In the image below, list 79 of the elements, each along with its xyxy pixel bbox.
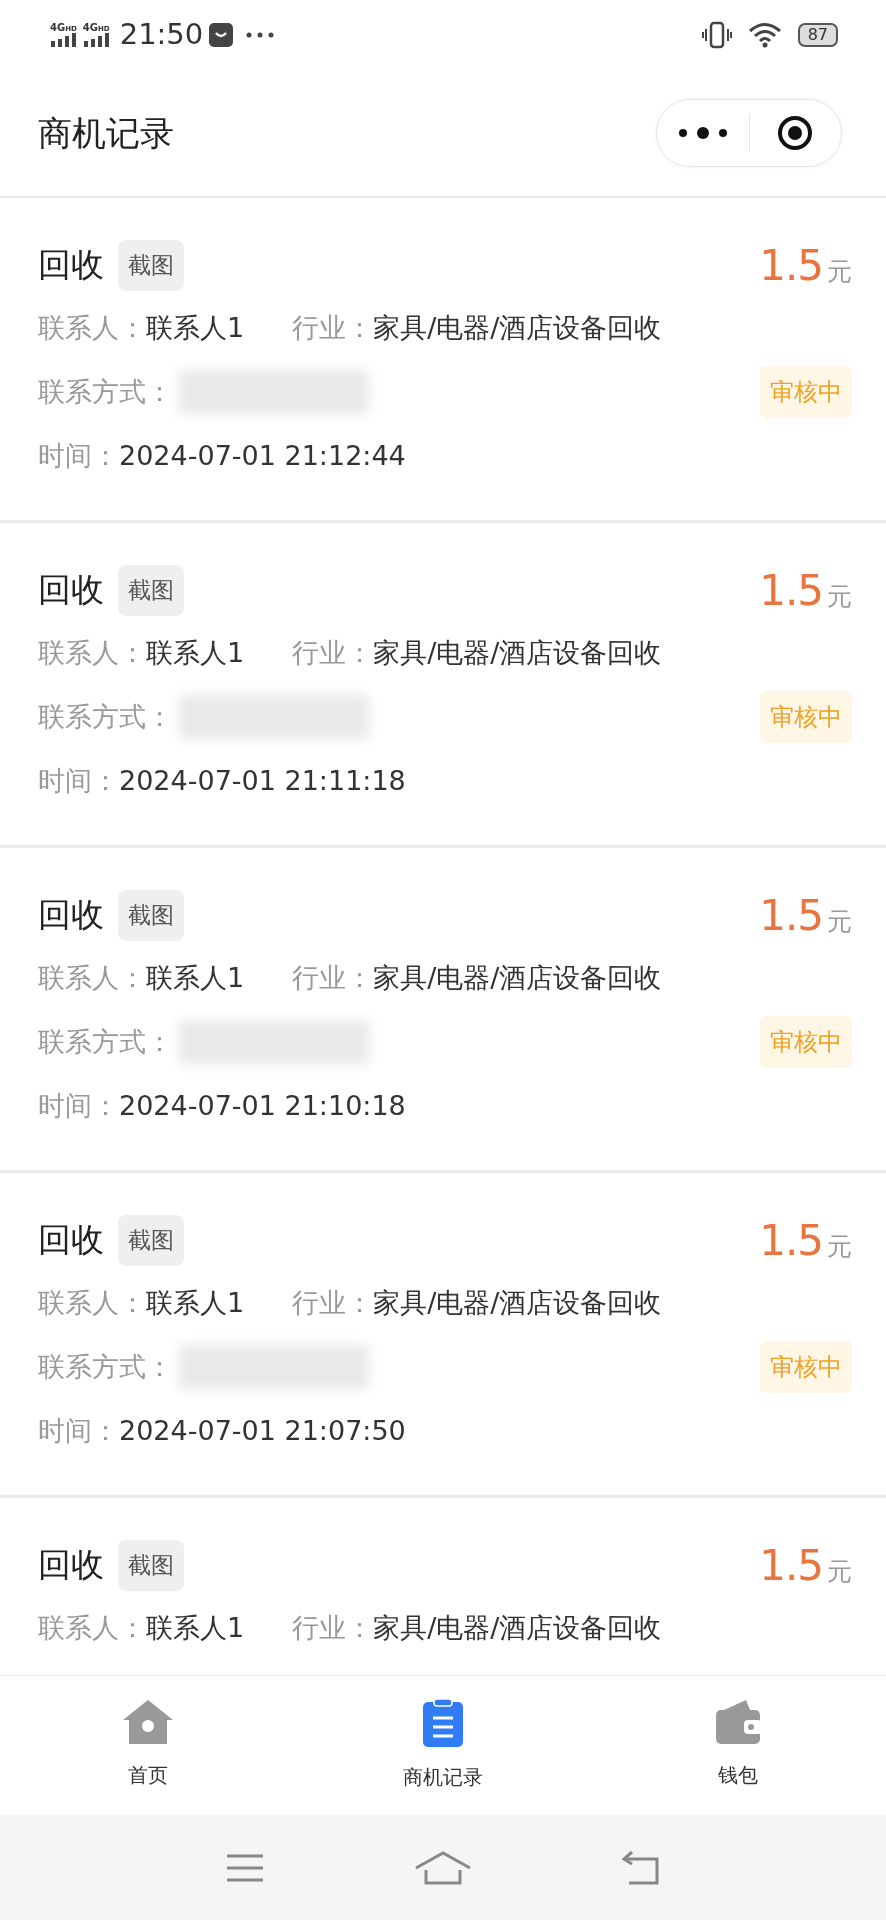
signal-icon: [50, 33, 77, 47]
price-unit: 元: [827, 1230, 852, 1263]
clock-time: 21:50: [119, 16, 204, 54]
field-value: 2024-07-01 21:10:18: [119, 1088, 406, 1123]
tab-item[interactable]: 商机记录: [295, 1676, 591, 1815]
record-title: 回收: [38, 569, 104, 612]
signal-icon: [83, 33, 110, 47]
page-title: 商机记录: [38, 111, 174, 155]
field-label: 联系方式：: [38, 1024, 173, 1059]
field-value: 家具/电器/酒店设备回收: [373, 310, 662, 345]
price-amount: 1.5: [759, 564, 823, 617]
vibrate-icon: [701, 21, 732, 49]
status-badge: 审核中: [760, 691, 852, 743]
tab-item[interactable]: 钱包: [590, 1676, 886, 1815]
field-value: 联系人1: [146, 960, 245, 995]
field-value: 联系人1: [146, 1610, 245, 1645]
record-card[interactable]: 回收 截图 1.5 元 联系人：联系人1 行业：家具/电器/酒店设备回收 联系方式： 审核中 时间：2024-07-01 21:11:18: [0, 523, 886, 848]
record-card[interactable]: 回收 截图 1.5 元 联系人：联系人1 行业：家具/电器/酒店设备回收 联系方式： 审核中 时间：2024-07-01 21:12:44: [0, 198, 886, 523]
record-title: 回收: [38, 1219, 104, 1262]
screenshot-tag[interactable]: 截图: [118, 1539, 184, 1591]
record-title: 回收: [38, 1544, 104, 1587]
field-value: 联系人1: [146, 1285, 245, 1320]
tab-item[interactable]: 首页: [0, 1676, 296, 1815]
screenshot-tag[interactable]: 截图: [118, 889, 184, 941]
field-value: 2024-07-01 21:11:18: [119, 763, 406, 798]
field-value: 家具/电器/酒店设备回收: [373, 1285, 662, 1320]
screenshot-tag[interactable]: 截图: [118, 564, 184, 616]
price-amount: 1.5: [759, 239, 823, 292]
field-label: 行业：: [292, 1610, 374, 1645]
field-value: 家具/电器/酒店设备回收: [373, 1610, 662, 1645]
price-unit: 元: [827, 1555, 852, 1588]
price-amount: 1.5: [759, 1539, 823, 1592]
record-title: 回收: [38, 244, 104, 287]
menu-icon[interactable]: [224, 1852, 265, 1883]
status-badge: 审核中: [760, 366, 852, 418]
field-value: 家具/电器/酒店设备回收: [373, 960, 662, 995]
field-label: 行业：: [292, 635, 374, 670]
field-label: 联系方式：: [38, 374, 173, 409]
field-label: 联系方式：: [38, 1349, 173, 1384]
price-amount: 1.5: [759, 1214, 823, 1267]
field-value: 联系人1: [146, 635, 245, 670]
field-label: 联系人：: [38, 1610, 146, 1645]
field-value: 2024-07-01 21:12:44: [119, 438, 406, 473]
clipboard-icon: [421, 1698, 465, 1748]
more-icon[interactable]: [676, 127, 729, 139]
field-label: 联系人：: [38, 1285, 146, 1320]
field-label: 联系人：: [38, 310, 146, 345]
price-unit: 元: [827, 255, 852, 288]
record-card[interactable]: 回收 截图 1.5 元 联系人：联系人1 行业：家具/电器/酒店设备回收 联系方式： 审核中 时间：2024-07-01 21:10:18: [0, 848, 886, 1173]
field-label: 时间：: [38, 438, 119, 473]
field-value: 家具/电器/酒店设备回收: [373, 635, 662, 670]
price-amount: 1.5: [759, 889, 823, 942]
record-card[interactable]: 回收 截图 1.5 元 联系人：联系人1 行业：家具/电器/酒店设备回收 联系方式： 审核中 时间：2024-07-01 21:07:50: [0, 1173, 886, 1498]
wifi-icon: [747, 22, 782, 48]
field-label: 联系人：: [38, 960, 146, 995]
field-label: 行业：: [292, 960, 374, 995]
battery-level: 87: [797, 23, 838, 47]
screenshot-tag[interactable]: 截图: [118, 239, 184, 291]
status-badge: 审核中: [760, 1016, 852, 1068]
field-label: 时间：: [38, 763, 119, 798]
status-badge: 审核中: [760, 1341, 852, 1393]
record-title: 回收: [38, 894, 104, 937]
close-icon[interactable]: [777, 115, 814, 151]
field-value: 联系人1: [146, 310, 245, 345]
price-unit: 元: [827, 905, 852, 938]
field-label: 行业：: [292, 1285, 374, 1320]
notification-icon: [209, 23, 234, 47]
screenshot-tag[interactable]: 截图: [118, 1214, 184, 1266]
field-label: 时间：: [38, 1413, 119, 1448]
home-icon[interactable]: [414, 1849, 472, 1886]
field-value: 2024-07-01 21:07:50: [119, 1413, 406, 1448]
more-icon: [245, 31, 276, 39]
back-icon[interactable]: [621, 1849, 662, 1886]
field-label: 时间：: [38, 1088, 119, 1123]
field-label: 联系方式：: [38, 699, 173, 734]
price-unit: 元: [827, 580, 852, 613]
field-label: 联系人：: [38, 635, 146, 670]
wallet-icon: [714, 1698, 763, 1746]
field-label: 行业：: [292, 310, 374, 345]
